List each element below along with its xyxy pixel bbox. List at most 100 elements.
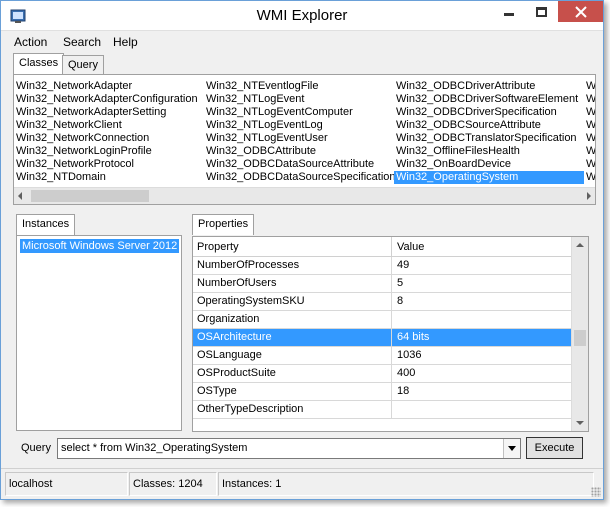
property-name: OtherTypeDescription [193,401,392,418]
status-instances: Instances: 1 [218,472,594,496]
class-item[interactable]: Win32_ODBCDriverAttribute [394,80,535,93]
tab-query[interactable]: Query [62,55,104,74]
scroll-down-icon[interactable] [576,421,584,425]
table-row[interactable]: NumberOfProcesses 49 [193,257,571,275]
minimize-button[interactable] [492,1,525,22]
menu-search[interactable]: Search [63,35,101,49]
table-row[interactable]: OSProductSuite 400 [193,365,571,383]
grid-header: Property Value [193,237,571,257]
classes-list[interactable]: Win32_NetworkAdapter Win32_NetworkAdapte… [13,74,596,205]
property-name: OSLanguage [193,347,392,364]
status-host: localhost [5,472,128,496]
menu-help[interactable]: Help [113,35,138,49]
property-name: OperatingSystemSKU [193,293,392,310]
class-item[interactable]: Win32_NTEventlogFile [204,80,319,93]
minimize-icon [503,13,514,16]
properties-vertical-scrollbar[interactable] [571,237,588,431]
class-item[interactable]: Win32_NetworkAdapterConfiguration [14,93,198,106]
table-row[interactable]: NumberOfUsers 5 [193,275,571,293]
table-row[interactable]: OSType 18 [193,383,571,401]
instance-item[interactable]: Microsoft Windows Server 2012 [20,239,180,253]
class-item[interactable]: W [584,93,595,106]
class-item[interactable]: W [584,145,595,158]
size-grip-icon[interactable] [591,487,601,497]
tab-instances[interactable]: Instances [16,214,76,235]
property-value: 5 [397,277,404,289]
class-item[interactable]: Win32_NetworkConnection [14,132,149,145]
class-item[interactable]: Win32_NTLogEventLog [204,119,323,132]
class-item[interactable]: W [584,158,595,171]
close-button[interactable] [558,1,603,22]
dropdown-arrow-icon[interactable] [503,439,520,458]
column-header-property[interactable]: Property [193,237,392,257]
class-item[interactable]: W [584,171,595,184]
class-item[interactable]: W [584,132,595,145]
property-name: OSProductSuite [193,365,392,382]
instances-list[interactable]: Microsoft Windows Server 2012 [16,235,182,431]
query-combobox[interactable]: select * from Win32_OperatingSystem [57,438,521,459]
property-value: 49 [397,259,410,271]
class-item[interactable]: Win32_NTDomain [14,171,106,184]
class-item[interactable]: Win32_ODBCSourceAttribute [394,119,541,132]
maximize-icon [536,6,547,17]
execute-button[interactable]: Execute [526,437,583,459]
property-name: NumberOfUsers [193,275,392,292]
property-name: Organization [193,311,392,328]
property-value: 18 [397,385,410,397]
class-item[interactable]: Win32_ODBCDriverSpecification [394,106,557,119]
class-item[interactable]: Win32_ODBCTranslatorSpecification [394,132,577,145]
class-item[interactable]: Win32_NetworkAdapterSetting [14,106,166,119]
class-item[interactable]: Win32_NetworkProtocol [14,158,134,171]
class-item[interactable]: Win32_NTLogEventComputer [204,106,353,119]
tab-classes[interactable]: Classes [13,53,65,74]
scroll-right-icon[interactable] [587,192,591,200]
class-item[interactable]: Win32_ODBCDataSourceSpecification [204,171,396,184]
properties-grid[interactable]: Property Value NumberOfProcesses 49 Numb… [192,236,589,432]
property-name: NumberOfProcesses [193,257,392,274]
column-header-value[interactable]: Value [393,237,571,257]
query-input[interactable]: select * from Win32_OperatingSystem [61,442,247,454]
close-icon [574,5,587,18]
scroll-thumb[interactable] [574,330,586,346]
title-bar[interactable]: WMI Explorer [1,1,603,31]
menu-action[interactable]: Action [14,35,47,49]
property-value [393,311,571,328]
class-item[interactable]: W [584,106,595,119]
class-item[interactable]: W [584,119,595,132]
tab-properties[interactable]: Properties [192,214,255,235]
classes-horizontal-scrollbar[interactable] [14,187,595,204]
scroll-left-icon[interactable] [18,192,22,200]
app-window: WMI Explorer Action Search Help Classes … [0,0,604,500]
menu-bar: Action Search Help [1,32,603,52]
table-row[interactable]: Organization [193,311,571,329]
query-label: Query [21,442,51,454]
class-item[interactable]: Win32_NetworkAdapter [14,80,132,93]
class-item[interactable]: Win32_NetworkClient [14,119,122,132]
class-item[interactable]: Win32_OfflineFilesHealth [394,145,520,158]
maximize-button[interactable] [525,1,558,22]
class-item[interactable]: Win32_NTLogEvent [204,93,304,106]
property-value [393,401,571,418]
property-name: OSArchitecture [193,329,392,346]
class-item[interactable]: Win32_ODBCDriverSoftwareElement [394,93,578,106]
scroll-thumb[interactable] [31,190,149,202]
class-item[interactable]: Win32_ODBCAttribute [204,145,316,158]
table-row[interactable]: OtherTypeDescription [193,401,571,419]
table-row[interactable]: OSLanguage 1036 [193,347,571,365]
table-row[interactable]: OperatingSystemSKU 8 [193,293,571,311]
scroll-up-icon[interactable] [576,243,584,247]
horizontal-splitter[interactable] [11,207,597,211]
status-bar: localhost Classes: 1204 Instances: 1 [1,468,603,499]
class-item[interactable]: Win32_NTLogEventUser [204,132,328,145]
property-value: 400 [397,367,416,379]
class-item-selected[interactable]: Win32_OperatingSystem [394,171,584,184]
status-classes: Classes: 1204 [129,472,217,496]
property-name: OSType [193,383,392,400]
class-item[interactable]: Win32_OnBoardDevice [394,158,511,171]
property-value: 1036 [397,349,422,361]
property-value: 64 bits [397,331,430,343]
class-item[interactable]: W [584,80,595,93]
class-item[interactable]: Win32_NetworkLoginProfile [14,145,152,158]
table-row-selected[interactable]: OSArchitecture 64 bits [193,329,571,347]
class-item[interactable]: Win32_ODBCDataSourceAttribute [204,158,374,171]
